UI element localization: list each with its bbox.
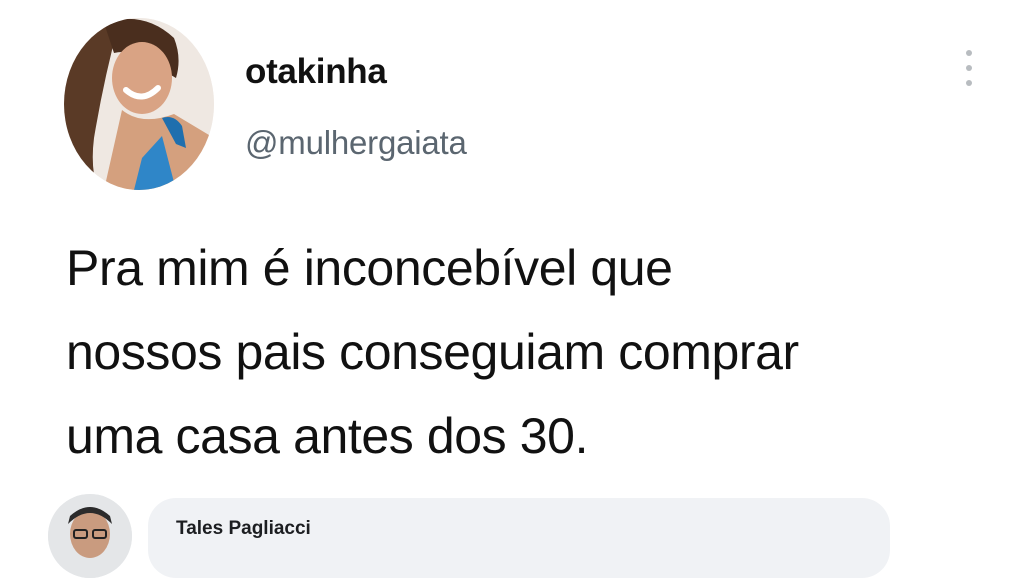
- more-vertical-icon[interactable]: [960, 50, 978, 94]
- avatar-photo: [64, 18, 214, 190]
- tweet-text-line: uma casa antes dos 30.: [66, 408, 589, 464]
- reply-author-name[interactable]: Tales Pagliacci: [176, 518, 311, 540]
- tweet-text-line: Pra mim é inconcebível que: [66, 240, 673, 296]
- tweet-card: otakinha @mulhergaiata Pra mim é inconce…: [0, 0, 1024, 578]
- user-handle[interactable]: @mulhergaiata: [245, 124, 467, 162]
- reply-avatar-photo: [48, 494, 132, 578]
- display-name[interactable]: otakinha: [245, 52, 387, 92]
- tweet-text-line: nossos pais conseguiam comprar: [66, 324, 799, 380]
- reply-avatar[interactable]: [48, 494, 132, 578]
- tweet-text: Pra mim é inconcebível que nossos pais c…: [66, 226, 996, 478]
- user-avatar[interactable]: [64, 18, 214, 190]
